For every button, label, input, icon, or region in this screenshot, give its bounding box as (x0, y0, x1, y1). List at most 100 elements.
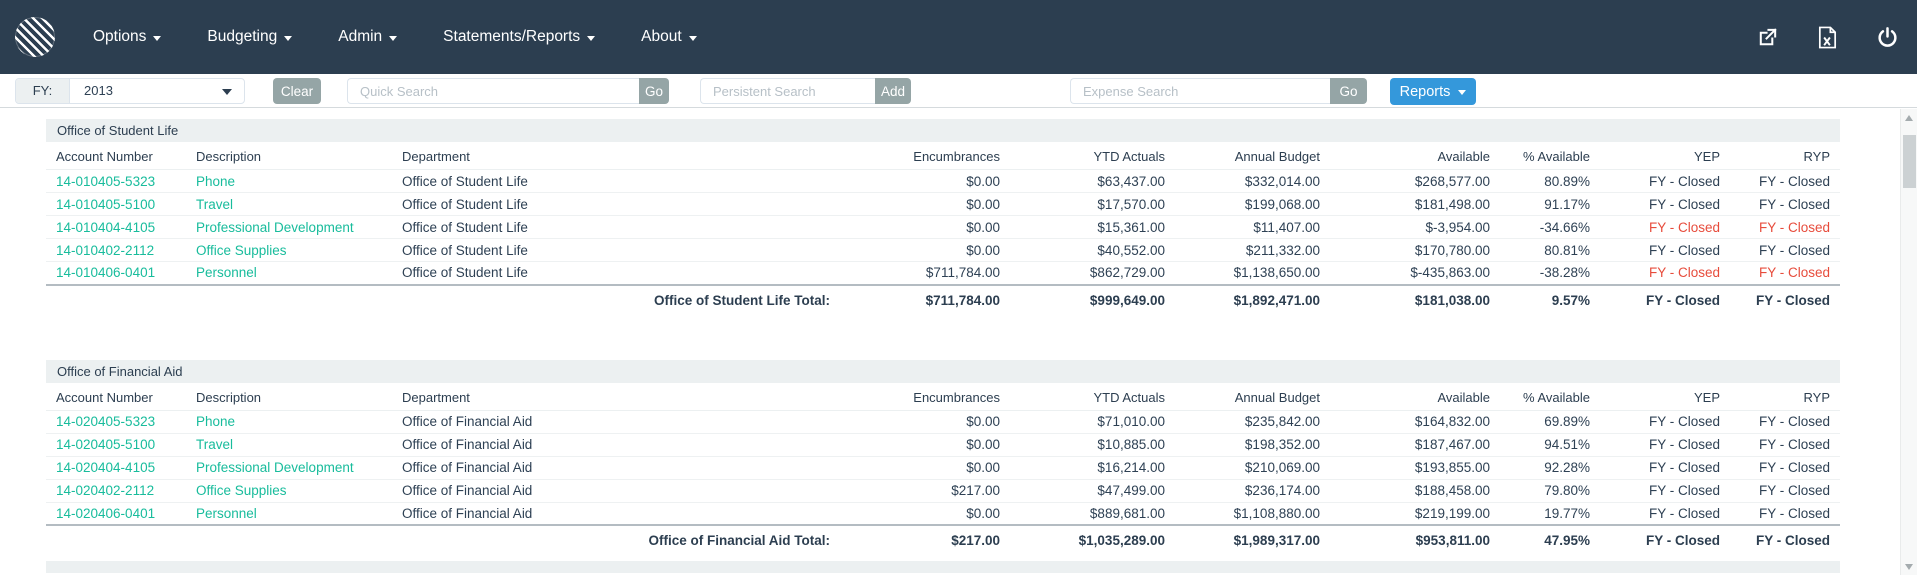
ryp-cell: FY - Closed (1730, 479, 1840, 503)
ryp-cell: FY - Closed (1730, 502, 1840, 526)
menu-budgeting[interactable]: Budgeting (207, 28, 293, 46)
fiscal-year-select[interactable]: 2013 (70, 79, 244, 103)
column-header-ryp: RYP (1730, 142, 1840, 170)
column-header-department: Department (392, 382, 840, 411)
account-number-cell: 14-010402-2112 (46, 238, 186, 262)
column-header-annual-budget: Annual Budget (1175, 142, 1330, 170)
annual-budget-cell: $1,108,880.00 (1175, 502, 1330, 526)
section-total-row: Office of Financial Aid Total: $217.00 $1,… (46, 524, 1840, 554)
account-row: 14-020405-5323 Phone Office of Financial A… (46, 410, 1840, 434)
account-table: Account Number Description Department Encum… (46, 382, 1840, 554)
power-icon[interactable] (1875, 25, 1899, 49)
account-row: 14-020402-2112 Office Supplies Office of F… (46, 479, 1840, 503)
pct-available-cell: 19.77% (1500, 502, 1600, 526)
account-number-link[interactable]: 14-010406-0401 (56, 265, 155, 280)
expense-search-input[interactable] (1070, 78, 1330, 104)
ytd-actuals-cell: $47,499.00 (1010, 479, 1175, 503)
persistent-search-group: Add (700, 78, 911, 104)
open-external-icon[interactable] (1755, 25, 1779, 49)
encumbrances-cell: $0.00 (840, 502, 1010, 526)
account-number-cell: 14-010406-0401 (46, 261, 186, 285)
encumbrances-cell: $0.00 (840, 433, 1010, 457)
quick-search-group: Go (347, 78, 669, 104)
account-number-link[interactable]: 14-020405-5323 (56, 414, 155, 429)
caret-down-icon (688, 35, 697, 41)
quick-search-input[interactable] (347, 78, 639, 104)
account-number-link[interactable]: 14-020404-4105 (56, 460, 155, 475)
account-row: 14-020406-0401 Personnel Office of Financi… (46, 502, 1840, 526)
ytd-actuals-cell: $17,570.00 (1010, 192, 1175, 216)
annual-budget-cell: $211,332.00 (1175, 238, 1330, 262)
menu-statements-reports[interactable]: Statements/Reports (443, 28, 596, 46)
scroll-down-arrow-icon[interactable] (1901, 558, 1917, 575)
account-row: 14-010402-2112 Office Supplies Office of S… (46, 238, 1840, 262)
menu-admin[interactable]: Admin (338, 28, 398, 46)
description-link[interactable]: Professional Development (196, 220, 354, 235)
account-row: 14-010404-4105 Professional Development Of… (46, 215, 1840, 239)
total-pct-available: 47.95% (1500, 524, 1600, 554)
column-header-available: Available (1330, 142, 1500, 170)
persistent-search-add-button[interactable]: Add (875, 78, 911, 104)
navbar-actions (1755, 25, 1899, 49)
column-header-encumbrances: Encumbrances (840, 142, 1010, 170)
scroll-up-arrow-icon[interactable] (1901, 109, 1917, 126)
ytd-actuals-cell: $862,729.00 (1010, 261, 1175, 285)
total-available: $953,811.00 (1330, 524, 1500, 554)
persistent-search-input[interactable] (700, 78, 875, 104)
fiscal-year-group: FY: 2013 (15, 78, 245, 104)
department-cell: Office of Financial Aid (392, 502, 840, 526)
encumbrances-cell: $711,784.00 (840, 261, 1010, 285)
department-cell: Office of Student Life (392, 215, 840, 239)
menu-label: Statements/Reports (443, 28, 581, 45)
account-number-link[interactable]: 14-020402-2112 (56, 483, 154, 498)
encumbrances-cell: $0.00 (840, 456, 1010, 480)
quick-search-go-button[interactable]: Go (639, 78, 669, 104)
description-link[interactable]: Personnel (196, 265, 257, 280)
menu-options[interactable]: Options (93, 28, 162, 46)
expense-search-go-button[interactable]: Go (1330, 78, 1367, 104)
excel-export-icon[interactable] (1815, 25, 1839, 49)
account-number-link[interactable]: 14-010405-5323 (56, 174, 155, 189)
total-label: Office of Student Life Total: (46, 283, 840, 314)
description-link[interactable]: Travel (196, 437, 233, 452)
select-caret-icon (222, 89, 232, 95)
pct-available-cell: 94.51% (1500, 433, 1600, 457)
description-link[interactable]: Personnel (196, 506, 257, 521)
column-header-description: Description (186, 142, 392, 170)
account-number-link[interactable]: 14-010404-4105 (56, 220, 155, 235)
ryp-cell: FY - Closed (1730, 169, 1840, 193)
description-link[interactable]: Office Supplies (196, 483, 287, 498)
menu-about[interactable]: About (641, 28, 697, 46)
yep-cell: FY - Closed (1600, 410, 1730, 434)
clear-button[interactable]: Clear (273, 78, 321, 104)
yep-cell: FY - Closed (1600, 261, 1730, 285)
next-section-band (46, 561, 1840, 573)
vertical-scrollbar[interactable] (1900, 109, 1917, 575)
description-link[interactable]: Phone (196, 174, 235, 189)
account-number-link[interactable]: 14-010402-2112 (56, 243, 154, 258)
account-number-cell: 14-020402-2112 (46, 479, 186, 503)
fiscal-year-label: FY: (16, 79, 70, 103)
description-cell: Professional Development (186, 456, 392, 480)
description-link[interactable]: Professional Development (196, 460, 354, 475)
account-number-link[interactable]: 14-010405-5100 (56, 197, 155, 212)
column-header-available: % Available (1500, 142, 1600, 170)
encumbrances-cell: $0.00 (840, 169, 1010, 193)
description-link[interactable]: Phone (196, 414, 235, 429)
account-number-link[interactable]: 14-020406-0401 (56, 506, 155, 521)
pct-available-cell: -38.28% (1500, 261, 1600, 285)
available-cell: $188,458.00 (1330, 479, 1500, 503)
department-cell: Office of Financial Aid (392, 410, 840, 434)
scrollbar-thumb[interactable] (1902, 135, 1916, 188)
reports-dropdown-button[interactable]: Reports (1390, 78, 1476, 105)
section-total-row: Office of Student Life Total: $711,784.00… (46, 283, 1840, 314)
description-link[interactable]: Office Supplies (196, 243, 287, 258)
yep-cell: FY - Closed (1600, 433, 1730, 457)
available-cell: $268,577.00 (1330, 169, 1500, 193)
total-encumbrances: $217.00 (840, 524, 1010, 554)
section-header: Office of Student Life (46, 119, 1840, 142)
caret-down-icon (587, 35, 596, 41)
account-number-link[interactable]: 14-020405-5100 (56, 437, 155, 452)
description-link[interactable]: Travel (196, 197, 233, 212)
encumbrances-cell: $0.00 (840, 192, 1010, 216)
